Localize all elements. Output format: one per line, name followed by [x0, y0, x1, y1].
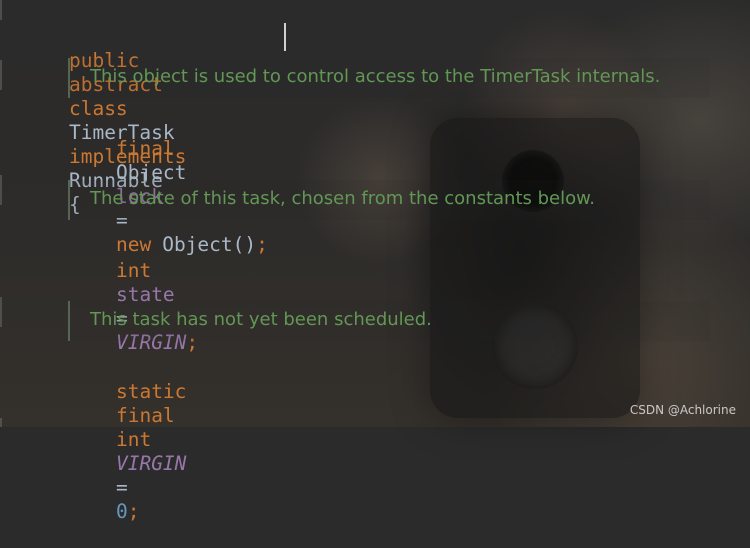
text-caret [284, 23, 286, 51]
constant-virgin: VIRGIN [115, 452, 187, 475]
doc-comment-text: The state of this task, chosen from the … [90, 188, 595, 209]
semicolon: ; [256, 233, 268, 256]
keyword-int: int [115, 259, 152, 282]
assign-operator: = [115, 476, 128, 499]
doc-comment-state[interactable]: The state of this task, chosen from the … [68, 180, 710, 220]
gutter-guide [0, 297, 2, 327]
code-editor[interactable]: public abstract class TimerTask implemen… [0, 0, 750, 523]
keyword-final: final [115, 137, 175, 160]
number-literal: 0 [115, 500, 128, 523]
keyword-final: final [115, 404, 175, 427]
keyword-int: int [115, 428, 152, 451]
field-state-line[interactable]: int state = VIRGIN; [69, 235, 198, 354]
class-declaration-line[interactable]: public abstract class TimerTask implemen… [22, 25, 186, 216]
gutter-guide [0, 60, 2, 90]
doc-comment-text: This object is used to control access to… [90, 66, 661, 87]
gutter-guide [0, 418, 2, 427]
field-lock-line[interactable]: final Object lock = new Object(); [69, 113, 268, 256]
gutter-guide [0, 175, 2, 205]
doc-comment-virgin[interactable]: This task has not yet been scheduled. [68, 301, 710, 341]
gutter-guide [0, 0, 2, 20]
semicolon: ; [127, 500, 140, 523]
doc-comment-text: This task has not yet been scheduled. [90, 309, 432, 330]
watermark-text: CSDN @Achlorine [629, 403, 736, 417]
doc-comment-lock[interactable]: This object is used to control access to… [68, 58, 710, 98]
keyword-static: static [115, 380, 187, 403]
constant-virgin-line[interactable]: static final int VIRGIN = 0; [69, 356, 186, 523]
